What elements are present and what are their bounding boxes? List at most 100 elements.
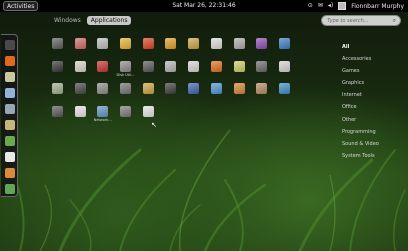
search-input[interactable]: Type to search... ⌕ [321, 15, 401, 26]
app-launcher[interactable] [91, 60, 114, 83]
app-launcher[interactable] [228, 60, 251, 83]
app-launcher[interactable] [114, 82, 137, 105]
document-icon [165, 60, 177, 72]
monitor-icon [120, 105, 132, 117]
mahjongg-icon [74, 105, 86, 117]
gear-icon [97, 83, 109, 94]
user-menu[interactable]: Fionnbarr Murphy [351, 3, 404, 10]
app-launcher[interactable] [205, 60, 228, 83]
category-programming[interactable]: Programming [342, 126, 379, 138]
category-accessories[interactable]: Accessories [342, 53, 379, 65]
tab-applications[interactable]: Applications [86, 16, 132, 25]
spreadsheet-icon[interactable] [5, 136, 15, 146]
app-launcher[interactable] [46, 60, 69, 83]
app-launcher[interactable] [182, 60, 205, 83]
app-launcher[interactable] [205, 37, 228, 60]
app-launcher[interactable] [69, 37, 92, 60]
box-icon [188, 38, 200, 49]
app-launcher[interactable] [205, 82, 228, 105]
calculator-icon [52, 38, 63, 49]
app-launcher[interactable] [159, 37, 182, 60]
package-icon [97, 38, 109, 49]
app-launcher[interactable] [69, 60, 92, 83]
app-launcher[interactable] [159, 82, 182, 105]
app-grid: Disk Util... Network... [46, 37, 336, 127]
text-editor-icon [210, 38, 222, 49]
category-system-tools[interactable]: System Tools [342, 150, 379, 162]
app-launcher[interactable] [137, 60, 160, 83]
firefox-icon[interactable] [5, 56, 15, 66]
search-placeholder: Type to search... [327, 18, 369, 24]
chat-icon[interactable] [5, 88, 15, 98]
app-launcher[interactable]: Network... [91, 105, 114, 128]
app-launcher[interactable] [137, 37, 160, 60]
folder-icon [74, 60, 86, 72]
dash [1, 34, 18, 197]
app-launcher[interactable] [159, 60, 182, 83]
app-launcher[interactable] [69, 105, 92, 128]
terminal-icon[interactable] [5, 40, 15, 50]
document-icon [142, 105, 154, 117]
app-launcher[interactable] [91, 82, 114, 105]
app-launcher[interactable] [273, 60, 296, 83]
camera-icon [256, 38, 268, 49]
volume-icon[interactable]: ◂) [328, 0, 333, 12]
app-launcher[interactable] [182, 37, 205, 60]
shell-icon [52, 60, 63, 72]
category-sound-video[interactable]: Sound & Video [342, 138, 379, 150]
app-launcher[interactable] [46, 105, 69, 128]
network-icon[interactable] [5, 104, 15, 114]
app-launcher[interactable] [250, 82, 273, 105]
app-launcher[interactable] [250, 60, 273, 83]
app-launcher[interactable] [137, 82, 160, 105]
app-launcher[interactable] [182, 82, 205, 105]
view-selector: Windows Applications [50, 16, 132, 25]
category-internet[interactable]: Internet [342, 89, 379, 101]
mines-icon [74, 83, 86, 94]
workspace-icon [278, 38, 290, 49]
disk-icon [120, 60, 132, 72]
category-all[interactable]: All [342, 41, 379, 53]
search-icon: ⌕ [392, 17, 396, 24]
app-label: Disk Util... [116, 72, 135, 77]
app-launcher[interactable] [91, 37, 114, 60]
app-launcher[interactable] [228, 37, 251, 60]
accessibility-icon[interactable]: ⊙ [308, 0, 313, 12]
display-icon [233, 38, 245, 49]
app-launcher[interactable] [69, 82, 92, 105]
app-launcher[interactable] [228, 82, 251, 105]
chess-icon [256, 83, 268, 94]
files-icon[interactable] [5, 120, 15, 130]
app-launcher[interactable] [114, 105, 137, 128]
app-launcher[interactable] [114, 37, 137, 60]
app-launcher[interactable] [46, 37, 69, 60]
network-icon [97, 105, 109, 117]
avatar[interactable] [338, 2, 347, 10]
mouse-pointer-icon: ↖ [151, 121, 157, 129]
calendar-icon [165, 83, 177, 94]
app-launcher[interactable] [46, 82, 69, 105]
category-graphics[interactable]: Graphics [342, 77, 379, 89]
monitor-icon[interactable] [5, 184, 15, 194]
document-icon[interactable] [5, 152, 15, 162]
category-other[interactable]: Other [342, 114, 379, 126]
app-launcher[interactable] [250, 37, 273, 60]
mail-icon[interactable] [5, 72, 15, 82]
chart-icon [210, 83, 222, 94]
app-launcher[interactable] [273, 37, 296, 60]
category-office[interactable]: Office [342, 101, 379, 113]
app-launcher[interactable] [273, 82, 296, 105]
tab-windows[interactable]: Windows [50, 16, 85, 25]
presentation-icon[interactable] [5, 168, 15, 178]
category-games[interactable]: Games [342, 65, 379, 77]
keys-icon [142, 83, 154, 94]
app-launcher[interactable]: Disk Util... [114, 60, 137, 83]
map-icon [233, 60, 245, 72]
coins-icon [165, 38, 177, 49]
paint-icon [233, 83, 245, 94]
settings-icon [120, 83, 132, 94]
graph-icon [52, 105, 63, 117]
chess-icon [256, 60, 268, 72]
network-icon[interactable]: ✉ [318, 0, 323, 12]
update-icon [142, 38, 154, 49]
